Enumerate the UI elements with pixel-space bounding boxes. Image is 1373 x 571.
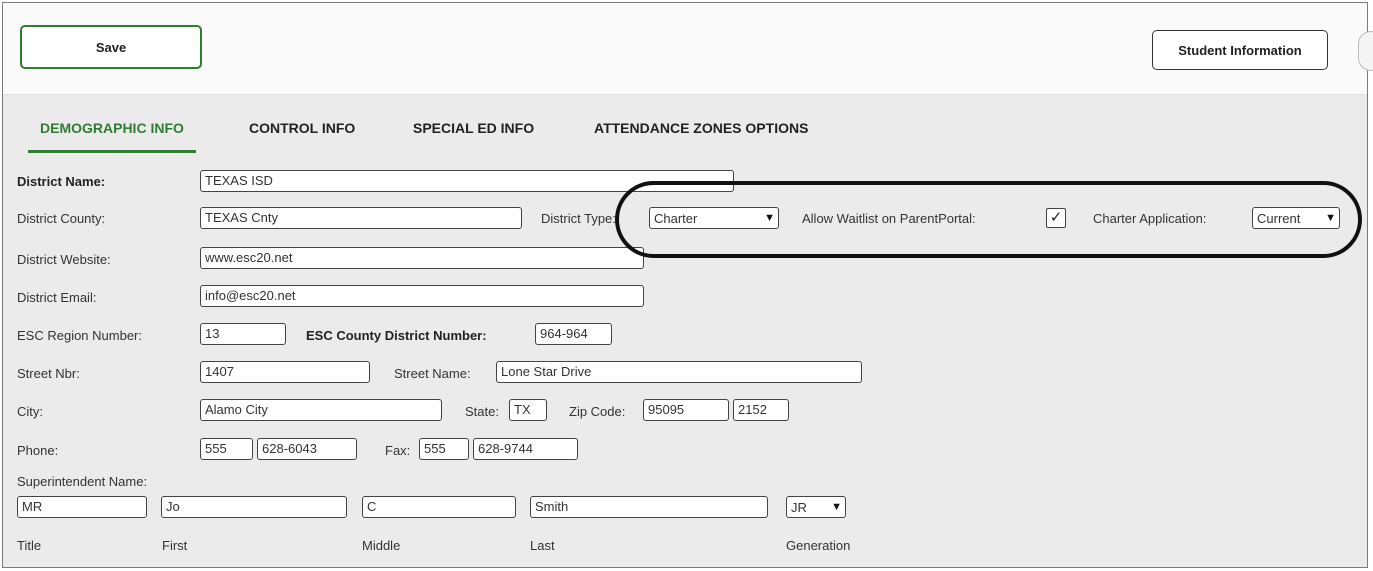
title-caption: Title bbox=[17, 538, 42, 553]
state-input[interactable]: TX bbox=[509, 399, 547, 421]
charter-application-value: Current bbox=[1257, 210, 1301, 226]
toolbar: Save Student Information bbox=[3, 3, 1367, 95]
street-nbr-label: Street Nbr: bbox=[17, 366, 80, 381]
charter-application-select[interactable]: Current ▼ bbox=[1252, 207, 1340, 229]
city-input[interactable]: Alamo City bbox=[200, 399, 442, 421]
district-name-input[interactable]: TEXAS ISD bbox=[200, 170, 734, 192]
district-email-input[interactable]: info@esc20.net bbox=[200, 285, 644, 307]
fax-area-input[interactable]: 555 bbox=[419, 438, 469, 460]
esc-county-district-input[interactable]: 964-964 bbox=[535, 323, 612, 345]
zip-plus4-input[interactable]: 2152 bbox=[733, 399, 789, 421]
save-button[interactable]: Save bbox=[20, 25, 202, 69]
district-website-input[interactable]: www.esc20.net bbox=[200, 247, 644, 269]
district-type-value: Charter bbox=[654, 210, 698, 226]
district-type-label: District Type: bbox=[541, 211, 616, 226]
fax-number-input[interactable]: 628-9744 bbox=[473, 438, 578, 460]
tab-control-info[interactable]: CONTROL INFO bbox=[249, 113, 355, 150]
generation-value: JR bbox=[791, 499, 807, 515]
superintendent-name-label: Superintendent Name: bbox=[17, 474, 148, 489]
superintendent-last-input[interactable]: Smith bbox=[530, 496, 768, 518]
district-type-select[interactable]: Charter ▼ bbox=[649, 207, 779, 229]
charter-application-label: Charter Application: bbox=[1093, 211, 1207, 226]
chevron-down-icon: ▼ bbox=[831, 500, 842, 513]
zip-code-input[interactable]: 95095 bbox=[643, 399, 729, 421]
esc-county-district-label: ESC County District Number: bbox=[306, 328, 487, 343]
street-name-label: Street Name: bbox=[394, 366, 471, 381]
middle-caption: Middle bbox=[362, 538, 401, 553]
chevron-down-icon: ▼ bbox=[764, 211, 775, 224]
superintendent-middle-input[interactable]: C bbox=[362, 496, 516, 518]
phone-number-input[interactable]: 628-6043 bbox=[257, 438, 357, 460]
superintendent-generation-select[interactable]: JR ▼ bbox=[786, 496, 846, 518]
tab-special-ed-info[interactable]: SPECIAL ED INFO bbox=[413, 113, 534, 150]
fax-label: Fax: bbox=[385, 443, 411, 458]
allow-waitlist-label: Allow Waitlist on ParentPortal: bbox=[802, 211, 976, 226]
superintendent-first-input[interactable]: Jo bbox=[161, 496, 347, 518]
district-county-label: District County: bbox=[17, 211, 106, 226]
generation-caption: Generation bbox=[786, 538, 851, 553]
district-name-label: District Name: bbox=[17, 174, 106, 189]
city-label: City: bbox=[17, 404, 43, 419]
district-county-input[interactable]: TEXAS Cnty bbox=[200, 207, 522, 229]
district-email-label: District Email: bbox=[17, 290, 97, 305]
tab-attendance-zones-options[interactable]: ATTENDANCE ZONES OPTIONS bbox=[594, 113, 808, 150]
help-button-edge[interactable] bbox=[1358, 31, 1373, 71]
esc-region-label: ESC Region Number: bbox=[17, 328, 142, 343]
state-label: State: bbox=[465, 404, 499, 419]
student-information-button[interactable]: Student Information bbox=[1152, 30, 1328, 70]
superintendent-title-input[interactable]: MR bbox=[17, 496, 147, 518]
allow-waitlist-checkbox[interactable]: ✓ bbox=[1046, 208, 1066, 228]
district-website-label: District Website: bbox=[17, 252, 111, 267]
zip-code-label: Zip Code: bbox=[569, 404, 626, 419]
street-name-input[interactable]: Lone Star Drive bbox=[496, 361, 862, 383]
phone-area-input[interactable]: 555 bbox=[200, 438, 253, 460]
phone-label: Phone: bbox=[17, 443, 59, 458]
first-caption: First bbox=[162, 538, 188, 553]
tab-demographic-info[interactable]: DEMOGRAPHIC INFO bbox=[28, 113, 196, 153]
esc-region-input[interactable]: 13 bbox=[200, 323, 286, 345]
street-nbr-input[interactable]: 1407 bbox=[200, 361, 370, 383]
last-caption: Last bbox=[530, 538, 555, 553]
chevron-down-icon: ▼ bbox=[1325, 211, 1336, 224]
